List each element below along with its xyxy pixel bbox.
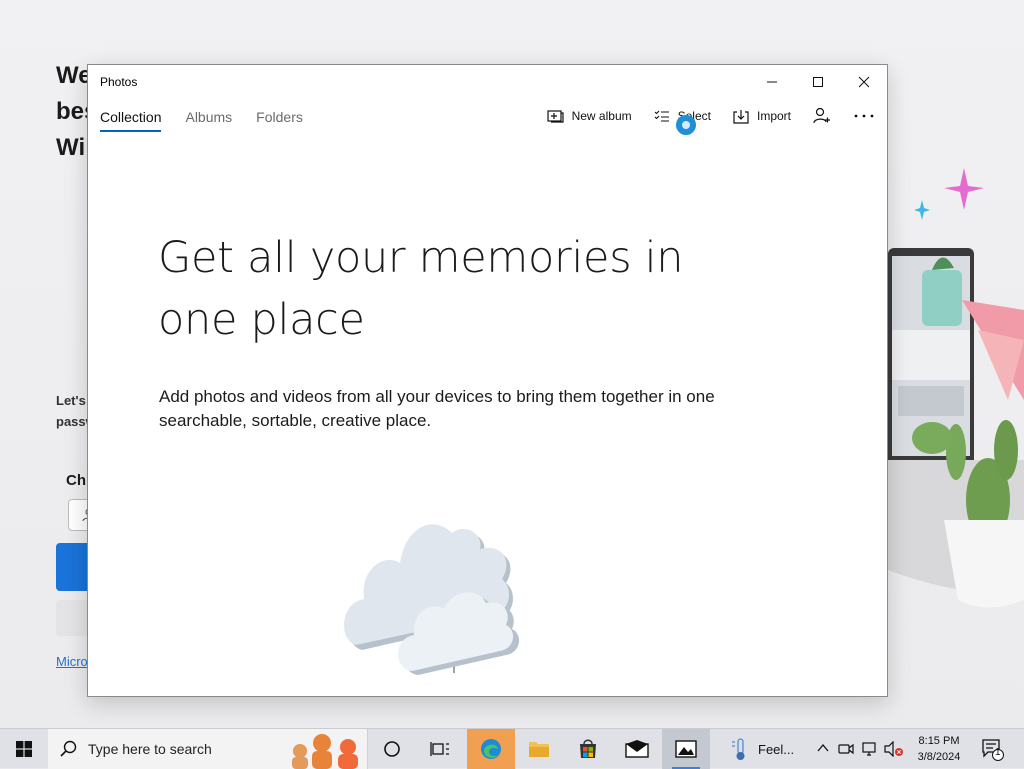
notification-count: 1 <box>995 747 1001 758</box>
taskbar-mail[interactable] <box>613 729 661 769</box>
more-options-icon <box>854 114 874 118</box>
mail-icon <box>625 740 649 758</box>
task-view-icon <box>430 742 449 756</box>
import-label: Import <box>756 109 791 123</box>
background-body-text: Let's passw <box>56 393 90 429</box>
taskbar-photos[interactable] <box>662 729 710 769</box>
search-placeholder: Type here to search <box>88 741 212 757</box>
folder-icon <box>529 742 549 757</box>
window-title: Photos <box>100 75 138 89</box>
add-person-icon <box>813 107 830 124</box>
maximize-icon <box>813 77 823 87</box>
taskbar-search-box[interactable]: Type here to search <box>48 729 368 769</box>
clock-time: 8:15 PM <box>918 735 960 747</box>
network-icon[interactable] <box>862 741 880 757</box>
select-icon <box>654 110 669 122</box>
thermometer-icon <box>732 738 745 760</box>
weather-widget[interactable]: Feel... <box>730 729 794 769</box>
search-highlight-icon <box>292 734 358 769</box>
volume-muted-icon[interactable] <box>884 741 904 757</box>
cortana-icon <box>384 741 400 757</box>
edge-icon <box>481 739 501 759</box>
meet-now-icon[interactable] <box>838 741 854 757</box>
nav-tabs: Collection Albums Folders <box>100 109 303 132</box>
decorative-illustration <box>888 168 1024 608</box>
taskbar: Type here to search Feel... 8:15 PM 3/8/… <box>0 728 1024 769</box>
start-button[interactable] <box>0 729 48 769</box>
more-options-button[interactable] <box>853 113 875 119</box>
minimize-button[interactable] <box>749 65 795 99</box>
taskbar-store[interactable] <box>564 729 612 769</box>
photos-window: Photos Collection Albums Folders New alb… <box>87 64 888 697</box>
add-person-button[interactable] <box>813 107 831 125</box>
action-center-button[interactable]: 1 <box>980 737 1004 766</box>
weather-text: Feel... <box>758 741 795 757</box>
close-icon <box>858 76 870 88</box>
background-link[interactable]: Micro <box>56 654 88 669</box>
photos-icon <box>675 740 697 758</box>
store-icon <box>580 739 596 758</box>
maximize-button[interactable] <box>795 65 841 99</box>
windows-logo-icon <box>16 741 32 757</box>
show-hidden-icons-icon[interactable] <box>816 741 830 755</box>
task-view-button[interactable] <box>416 729 464 769</box>
import-button[interactable]: Import <box>733 109 791 124</box>
tab-collection[interactable]: Collection <box>100 109 162 132</box>
minimize-icon <box>767 81 777 83</box>
system-clock[interactable]: 8:15 PM 3/8/2024 <box>910 733 968 765</box>
new-album-button[interactable]: New album <box>546 109 632 123</box>
taskbar-edge[interactable] <box>467 729 515 769</box>
toolbar: New album Select Import <box>546 107 875 125</box>
hero-description: Add photos and videos from all your devi… <box>159 387 715 430</box>
tab-albums[interactable]: Albums <box>185 109 232 132</box>
taskbar-file-explorer[interactable] <box>515 729 563 769</box>
cortana-button[interactable] <box>368 729 416 769</box>
title-bar[interactable]: Photos <box>88 65 887 99</box>
hero-title: Get all your memories in one place <box>158 233 684 345</box>
close-button[interactable] <box>841 65 887 99</box>
busy-cursor-icon <box>676 115 696 135</box>
import-icon <box>733 109 749 124</box>
clouds-illustration <box>344 524 520 675</box>
clock-date: 3/8/2024 <box>917 751 961 763</box>
new-album-label: New album <box>571 109 632 123</box>
new-album-icon <box>546 110 564 123</box>
tab-folders[interactable]: Folders <box>256 109 303 132</box>
search-icon <box>60 740 77 757</box>
